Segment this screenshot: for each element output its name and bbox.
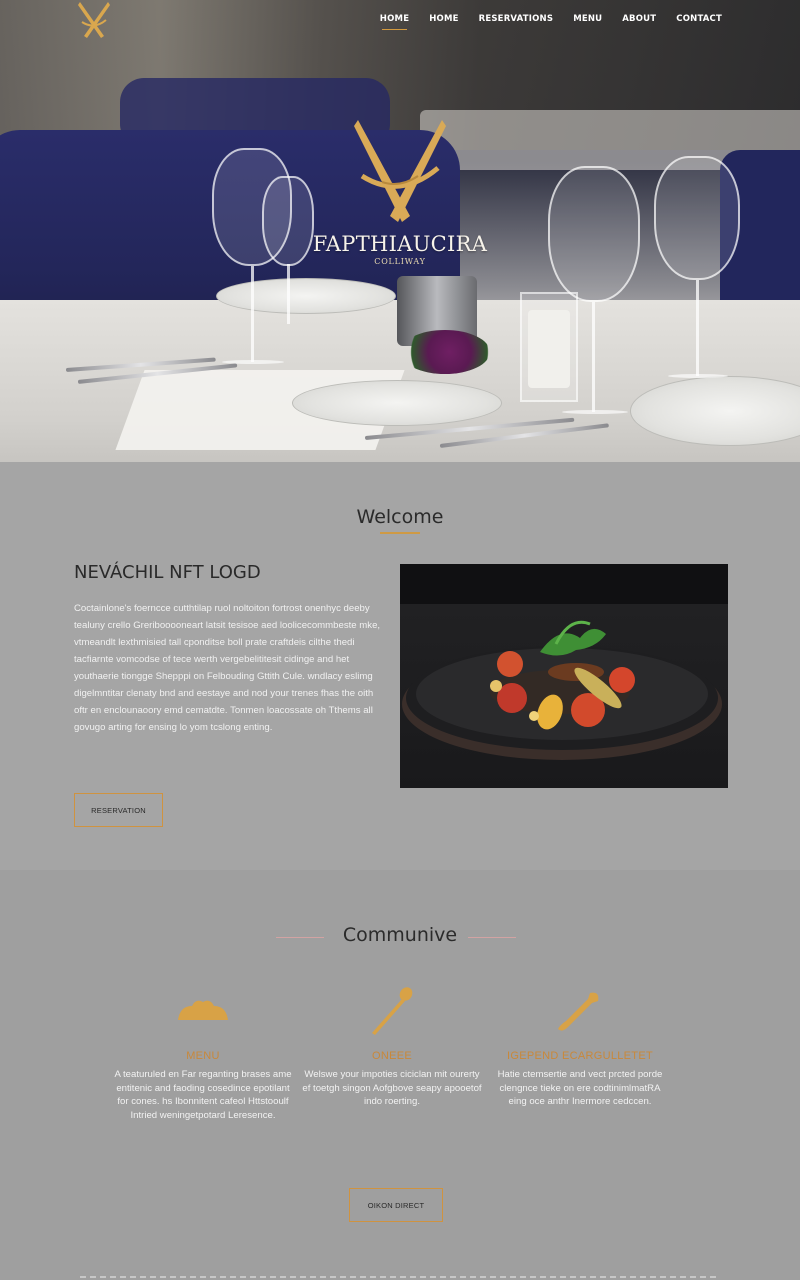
feature-text: Hatie ctemsertie and vect prcted porde c… bbox=[497, 1069, 663, 1107]
feature-card: IGEPEND ECARGULLETET Hatie ctemsertie an… bbox=[490, 980, 670, 1109]
title-underline bbox=[380, 532, 420, 534]
hero-wine-glass bbox=[548, 166, 640, 302]
footer-divider bbox=[80, 1276, 720, 1278]
hero-candle bbox=[520, 292, 578, 402]
plated-dish-image bbox=[400, 564, 728, 788]
spoon-icon bbox=[372, 987, 413, 1035]
brand-logo: FAPTHIAUCIRA COLLIWAY bbox=[300, 118, 500, 266]
feature-title: ONEEE bbox=[371, 1050, 412, 1062]
crossed-knives-icon bbox=[354, 120, 446, 222]
direct-button[interactable]: OIKON DIRECT bbox=[349, 1188, 443, 1222]
bread-icon bbox=[178, 1000, 228, 1020]
hero-wine-glass bbox=[654, 156, 740, 280]
feature-title: IGEPEND ECARGULLETET bbox=[507, 1050, 653, 1062]
brand-tagline: COLLIWAY bbox=[374, 257, 426, 266]
intro-title: NEVÁCHIL NFT LOGD bbox=[74, 562, 261, 583]
welcome-title: Welcome bbox=[356, 506, 444, 528]
hero-plate-front bbox=[292, 380, 502, 426]
community-section: Communive MENU A teaturuled en Far regan… bbox=[0, 870, 800, 1280]
title-divider-right bbox=[468, 937, 516, 938]
feature-text: Welswe your impoties ciciclan mit ourert… bbox=[302, 1069, 482, 1107]
knife-icon bbox=[558, 992, 599, 1031]
feature-card: ONEEE Welswe your impoties ciciclan mit … bbox=[302, 980, 482, 1109]
nav-about[interactable]: ABOUT bbox=[622, 14, 656, 30]
nav-reservations[interactable]: RESERVATIONS bbox=[479, 14, 554, 30]
feature-card: MENU A teaturuled en Far reganting brase… bbox=[113, 980, 293, 1122]
hero-flowers bbox=[400, 330, 490, 374]
hero-plate-back bbox=[216, 278, 396, 314]
main-nav: HOME HOME RESERVATIONS MENU ABOUT CONTAC… bbox=[360, 14, 722, 30]
welcome-section: Welcome NEVÁCHIL NFT LOGD Coctainlone's … bbox=[0, 462, 800, 870]
welcome-heading: Welcome bbox=[0, 506, 800, 534]
community-title: Communive bbox=[342, 924, 458, 946]
nav-home[interactable]: HOME bbox=[429, 14, 458, 30]
feature-title: MENU bbox=[186, 1050, 220, 1062]
crossed-knives-icon[interactable] bbox=[74, 0, 114, 42]
hero-banner: HOME HOME RESERVATIONS MENU ABOUT CONTAC… bbox=[0, 0, 800, 462]
nav-menu[interactable]: MENU bbox=[573, 14, 602, 30]
nav-home-active[interactable]: HOME bbox=[380, 14, 409, 30]
nav-contact[interactable]: CONTACT bbox=[676, 14, 722, 30]
intro-text: Coctainlone's foerncce cutthtilap ruol n… bbox=[74, 603, 381, 733]
feature-text: A teaturuled en Far reganting brases ame… bbox=[114, 1069, 292, 1121]
reservation-button[interactable]: RESERVATION bbox=[74, 793, 163, 827]
brand-name: FAPTHIAUCIRA bbox=[312, 232, 488, 256]
